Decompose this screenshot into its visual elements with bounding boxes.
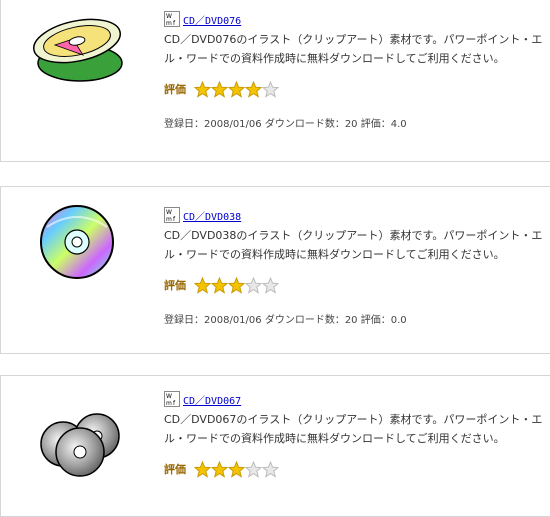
rating-label: 評価 bbox=[164, 83, 186, 96]
star-empty-icon bbox=[262, 460, 279, 478]
rating: 評価 bbox=[164, 80, 550, 98]
star-filled-icon bbox=[211, 276, 228, 294]
description-line: ル・ワードでの資料作成時に無料ダウンロードしてご利用ください。 bbox=[164, 248, 505, 261]
item-meta: 登録日：2008/01/06 ダウンロード数：20 評価：0.0 bbox=[164, 315, 407, 326]
wmf-file-icon: W m f bbox=[164, 207, 180, 223]
star-filled-icon bbox=[211, 460, 228, 478]
svg-text:W: W bbox=[166, 13, 172, 20]
item-title-link[interactable]: CD／DVD076 bbox=[183, 12, 241, 27]
clipart-card: W m f CD／DVD067 CD／DVD067のイラスト（クリップアート）素… bbox=[0, 375, 550, 517]
star-filled-icon bbox=[211, 80, 228, 98]
description-line: ル・ワードでの資料作成時に無料ダウンロードしてご利用ください。 bbox=[164, 52, 505, 65]
star-rating bbox=[194, 460, 279, 478]
rating: 評価 bbox=[164, 276, 550, 294]
item-title-link[interactable]: CD／DVD067 bbox=[183, 392, 241, 407]
clipart-card: W m f CD／DVD038 CD／DVD038のイラスト（クリップアート）素… bbox=[0, 186, 550, 354]
star-rating bbox=[194, 276, 279, 294]
star-filled-icon bbox=[194, 276, 211, 294]
wmf-file-icon: W m f bbox=[164, 11, 180, 27]
star-filled-icon bbox=[228, 276, 245, 294]
svg-text:m: m bbox=[166, 216, 172, 223]
star-empty-icon bbox=[245, 460, 262, 478]
star-filled-icon bbox=[228, 460, 245, 478]
svg-text:m: m bbox=[166, 20, 172, 27]
rating-label: 評価 bbox=[164, 463, 186, 476]
star-filled-icon bbox=[228, 80, 245, 98]
item-description: CD／DVD067のイラスト（クリップアート）素材です。パワーポイント・エ ル・… bbox=[164, 410, 550, 448]
cd-rainbow-thumbnail[interactable] bbox=[25, 197, 135, 297]
item-title-link[interactable]: CD／DVD038 bbox=[183, 208, 241, 223]
wmf-file-icon: W m f bbox=[164, 391, 180, 407]
description-line: CD／DVD067のイラスト（クリップアート）素材です。パワーポイント・エ bbox=[164, 413, 543, 426]
star-filled-icon bbox=[245, 80, 262, 98]
description-line: CD／DVD038のイラスト（クリップアート）素材です。パワーポイント・エ bbox=[164, 229, 543, 242]
star-rating bbox=[194, 80, 279, 98]
star-filled-icon bbox=[194, 80, 211, 98]
item-description: CD／DVD076のイラスト（クリップアート）素材です。パワーポイント・エ ル・… bbox=[164, 30, 550, 68]
item-meta: 登録日：2008/01/06 ダウンロード数：20 評価：4.0 bbox=[164, 119, 407, 130]
description-line: CD／DVD076のイラスト（クリップアート）素材です。パワーポイント・エ bbox=[164, 33, 543, 46]
svg-text:m: m bbox=[166, 400, 172, 407]
star-empty-icon bbox=[262, 276, 279, 294]
star-empty-icon bbox=[245, 276, 262, 294]
clipart-card: W m f CD／DVD076 CD／DVD076のイラスト（クリップアート）素… bbox=[0, 0, 550, 162]
svg-text:W: W bbox=[166, 393, 172, 400]
rating: 評価 bbox=[164, 460, 550, 478]
star-empty-icon bbox=[262, 80, 279, 98]
description-line: ル・ワードでの資料作成時に無料ダウンロードしてご利用ください。 bbox=[164, 432, 505, 445]
svg-text:W: W bbox=[166, 209, 172, 216]
item-description: CD／DVD038のイラスト（クリップアート）素材です。パワーポイント・エ ル・… bbox=[164, 226, 550, 264]
rating-label: 評価 bbox=[164, 279, 186, 292]
cd-stack-thumbnail[interactable] bbox=[25, 396, 135, 496]
star-filled-icon bbox=[194, 460, 211, 478]
cd-case-thumbnail[interactable] bbox=[25, 3, 135, 103]
